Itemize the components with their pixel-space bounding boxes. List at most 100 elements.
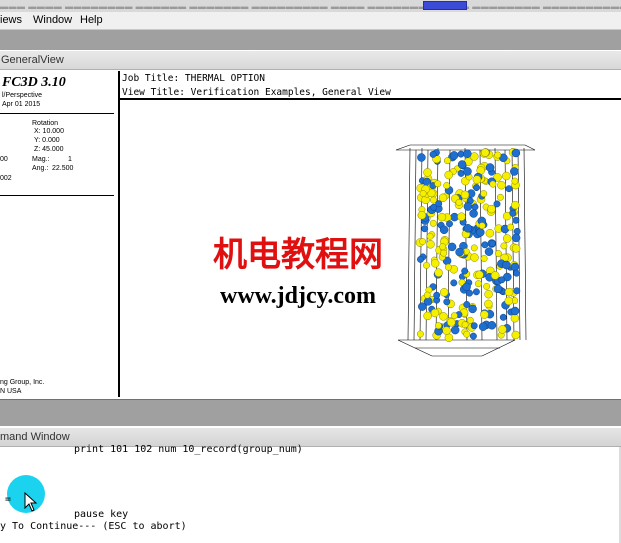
rotation-x: X: 10.000 [34,128,64,135]
particle-ball [473,184,480,192]
particle-ball [494,151,502,159]
window-gap [0,399,621,426]
view-window-titlebar[interactable]: GeneralView [0,51,621,70]
particle-ball [471,203,479,211]
particle-ball [480,255,488,262]
command-line: print 101 102 num 10_record(group_num) [74,444,303,455]
mag-value: 1 [68,156,72,163]
particle-ball [489,180,497,188]
particle-ball [437,212,447,222]
particle-ball [497,180,506,190]
plot-canvas[interactable]: 机电教程网 www.jdjcy.com [120,100,621,397]
particle-assembly [415,148,521,342]
particle-ball [417,255,424,263]
particle-ball [469,332,477,340]
rotation-label: Rotation [32,120,59,127]
particle-ball [429,219,437,227]
particle-ball [502,171,511,181]
particle-ball [468,304,477,314]
particle-ball [480,310,489,319]
particle-ball [511,330,521,340]
particle-ball [504,296,514,306]
particle-ball [460,190,470,200]
wall-line [524,144,536,151]
particle-ball [423,168,432,177]
particle-ball [476,228,485,237]
particle-ball [447,318,456,327]
particle-ball [470,253,479,262]
particle-ball [509,209,517,217]
job-title: Job Title: THERMAL OPTION [122,73,265,84]
toolbar-area [0,30,621,50]
command-prompt-fragment: = [5,494,12,505]
particle-ball [496,193,504,201]
particle-ball [484,299,493,309]
particle-ball [463,330,471,338]
particle-ball [439,288,449,297]
particle-ball [423,291,431,299]
particle-ball [478,222,486,230]
particle-ball [484,247,494,256]
command-output[interactable]: print 101 102 num 10_record(group_num) p… [0,444,621,543]
company-label: ng Group, Inc. [0,379,45,386]
command-line: y To Continue--- (ESC to abort) [0,521,187,532]
particle-ball [470,244,478,252]
left-fragment-2: 002 [0,175,12,182]
particle-ball [423,311,432,321]
particle-ball [498,276,506,284]
particle-ball [442,326,451,335]
ang-label: Ang.: [32,165,49,172]
menu-item-views[interactable]: iews [0,14,22,26]
particle-ball [429,150,437,158]
particle-ball [475,270,484,280]
particle-ball [472,175,482,184]
particle-ball [511,233,521,243]
particle-ball [463,149,472,158]
watermark-url: www.jdjcy.com [220,283,376,309]
particle-ball [447,242,457,252]
left-fragment-1: 00 [0,156,8,163]
particle-ball [490,271,500,280]
particle-ball [463,202,473,211]
ang-value: 22.500 [52,165,74,172]
particle-ball [434,180,442,188]
wall-line [407,147,411,341]
watermark: 机电教程网 www.jdjcy.com [213,235,383,309]
wall-line [413,149,417,341]
particle-ball [434,268,443,277]
particle-ball [507,223,515,231]
title-bar: ▬▬▬ ▬▬▬▬ ▬▬▬▬▬▬▬▬ ▬▬▬▬▬▬ ▬▬▬▬▬▬▬ ▬▬▬▬▬▬▬… [0,0,621,12]
particle-ball [440,249,448,257]
info-panel: FC3D 3.10 l/Perspective Apr 01 2015 Rota… [0,71,120,397]
particle-ball [463,224,473,233]
particle-ball [513,227,521,235]
view-window-title: GeneralView [1,54,64,66]
particle-ball [443,298,451,306]
particle-ball [470,322,478,330]
particle-ball [463,167,472,176]
particle-ball [469,209,478,218]
particle-ball [426,240,435,249]
particle-ball [511,177,519,185]
particle-ball [450,312,458,320]
particle-ball [433,291,441,299]
divider-line [0,113,114,114]
particle-ball [487,204,496,214]
particle-ball [502,260,511,270]
menu-item-window[interactable]: Window [33,14,72,26]
particle-ball [494,250,502,257]
particle-ball [498,325,507,334]
particle-ball [485,228,495,238]
particle-ball [513,287,521,295]
menu-item-help[interactable]: Help [80,14,103,26]
particle-ball [423,261,430,269]
particle-ball [512,216,520,224]
wall-line [395,144,411,151]
product-title: FC3D 3.10 [2,75,66,90]
command-window-title: mand Window [0,431,70,443]
mag-label: Mag.: [32,156,50,163]
particle-ball [466,316,474,324]
particle-ball [418,302,427,311]
particle-ball [483,282,491,290]
particle-ball [480,148,490,157]
